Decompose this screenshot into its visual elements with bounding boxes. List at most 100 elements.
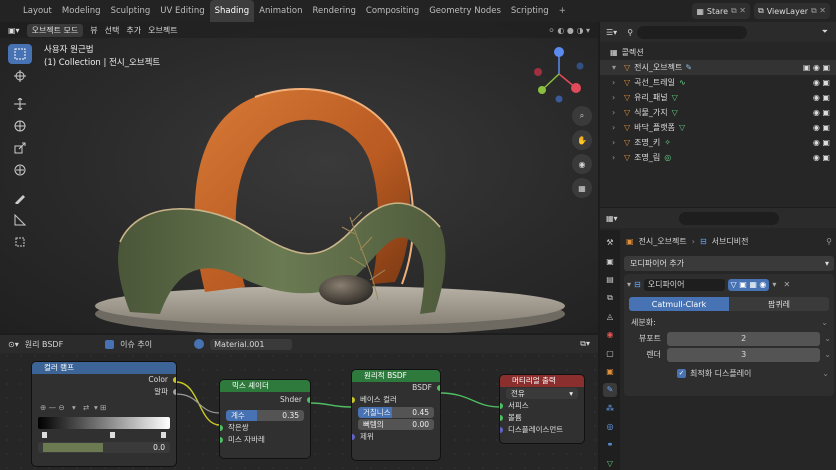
socket-shader1-in[interactable] bbox=[220, 425, 223, 431]
tab-animation[interactable]: Animation bbox=[254, 0, 307, 22]
visibility-icons[interactable]: ◉ ▣ bbox=[813, 90, 830, 105]
socket-normal-in[interactable] bbox=[352, 434, 355, 440]
outliner-item[interactable]: › ▽ 식물_가지 ▽ ◉ ▣ bbox=[600, 105, 836, 120]
add-modifier-button[interactable]: 모디파이어 추가 ▾ bbox=[624, 256, 834, 271]
catmull-clark-tab[interactable]: Catmull-Clark bbox=[629, 297, 729, 311]
outliner-item[interactable]: ▾ ▽ 전시_오브젝트 ✎ ▣ ◉ ▣ bbox=[600, 60, 836, 75]
tab-render[interactable]: ▣ bbox=[603, 254, 617, 267]
properties-editor[interactable]: ▦▾ ⚒ ▣ ▤ ⧉ ◬ ◉ ▢ ▣ ✎ ⁂ ◎ ⚭ ▽ ▣ 전시_오브젝트 ›… bbox=[600, 208, 836, 470]
keyframe-dot-icon[interactable]: ⌄ bbox=[822, 369, 829, 378]
tab-tool[interactable]: ⚒ bbox=[603, 236, 617, 249]
modifier-name-field[interactable]: 오디파이어 bbox=[643, 278, 725, 291]
menu-add[interactable]: 추가 bbox=[126, 25, 141, 36]
close-icon[interactable]: ✕ bbox=[783, 280, 790, 289]
outliner[interactable]: ☰▾ ⚲ ⏷ ▦ 콜렉션 ▾ ▽ 전시_오브젝트 ✎ ▣ ◉ ▣ › ▽ 곡선_트레일 ∿ ◉ … bbox=[600, 22, 836, 207]
visibility-icons[interactable]: ◉ ▣ bbox=[813, 105, 830, 120]
bsdf-roughness-field[interactable]: 거칠니스 0.45 bbox=[358, 407, 434, 418]
principled-bsdf-node[interactable]: 원리적 BSDF BSDF 베이스 컬러 거칠니스 0.45 뻐템의 0.00 제위 bbox=[352, 370, 440, 460]
pan-button[interactable]: ✋ bbox=[572, 130, 592, 150]
tab-shading[interactable]: Shading bbox=[209, 0, 255, 22]
ramp-position-field[interactable]: 0.0 bbox=[38, 442, 170, 453]
modifier-toggle-buttons[interactable]: ▽ ▣ ▦ ◉ bbox=[727, 278, 770, 291]
rotate-tool[interactable] bbox=[8, 116, 32, 136]
ramp-gradient-widget[interactable] bbox=[38, 417, 170, 429]
camera-view-button[interactable]: ◉ bbox=[572, 154, 592, 174]
socket-volume-in[interactable] bbox=[500, 415, 503, 421]
measure-tool[interactable] bbox=[8, 210, 32, 230]
tab-layout[interactable]: Layout bbox=[18, 0, 57, 22]
cursor-tool[interactable] bbox=[8, 66, 32, 86]
tab-output[interactable]: ▤ bbox=[603, 273, 617, 286]
tab-constraints[interactable]: ⚭ bbox=[603, 438, 617, 451]
tab-geometry-nodes[interactable]: Geometry Nodes bbox=[424, 0, 506, 22]
select-box-tool[interactable] bbox=[8, 44, 32, 64]
tab-scene[interactable]: ◬ bbox=[603, 310, 617, 323]
ortho-toggle-button[interactable]: ▦ bbox=[572, 178, 592, 198]
outliner-item[interactable]: › ▽ 바닥_플랫폼 ▽ ◉ ▣ bbox=[600, 120, 836, 135]
keyframe-dot-icon[interactable]: ⌄ bbox=[824, 350, 831, 359]
visibility-icons[interactable]: ◉ ▣ bbox=[813, 150, 830, 165]
transform-tool[interactable] bbox=[8, 160, 32, 180]
tab-uv-editing[interactable]: UV Editing bbox=[155, 0, 209, 22]
shader-node-editor[interactable]: ⊙▾ 원리 BSDF 이슈 추이 Material.001 ⧉▾ 컬러 램프 C… bbox=[0, 335, 598, 470]
socket-color-out[interactable] bbox=[173, 377, 176, 383]
outliner-item[interactable]: › ▽ 조명_키 ✧ ◉ ▣ bbox=[600, 135, 836, 150]
tab-compositing[interactable]: Compositing bbox=[361, 0, 424, 22]
visibility-icons[interactable]: ◉ ▣ bbox=[813, 135, 830, 150]
outliner-item[interactable]: › ▽ 유리_패널 ▽ ◉ ▣ bbox=[600, 90, 836, 105]
view-layer-selector[interactable]: ⧉ ViewLayer ⧉ ✕ bbox=[754, 3, 830, 19]
add-workspace-button[interactable]: + bbox=[554, 0, 571, 22]
outliner-search[interactable] bbox=[637, 25, 748, 39]
menu-object[interactable]: 오브젝트 bbox=[148, 25, 177, 36]
expand-arrow-icon[interactable]: › bbox=[612, 150, 624, 165]
editor-type-icon[interactable]: ☰▾ bbox=[606, 28, 617, 37]
pin-icon[interactable]: ⚲ bbox=[826, 237, 832, 246]
tab-physics[interactable]: ◎ bbox=[603, 420, 617, 433]
socket-displacement-in[interactable] bbox=[500, 427, 503, 433]
socket-surface-in[interactable] bbox=[500, 403, 503, 409]
annotate-tool[interactable] bbox=[8, 188, 32, 208]
optimal-display-checkbox[interactable]: ✓ bbox=[677, 369, 686, 378]
keyframe-dot-icon[interactable]: ⌄ bbox=[824, 334, 831, 343]
scale-tool[interactable] bbox=[8, 138, 32, 158]
viewport-3d[interactable]: ▣▾ 오브젝트 모드 뷰 선택 추가 오브젝트 ⚪ ◐ ● ◑ ▾ 사용자 원근… bbox=[0, 22, 598, 333]
mix-fac-field[interactable]: 계수 0.35 bbox=[226, 410, 304, 421]
tab-collection[interactable]: ▢ bbox=[603, 346, 617, 359]
output-target-select[interactable]: 전유 ▾ bbox=[506, 388, 578, 399]
socket-shader2-in[interactable] bbox=[220, 437, 223, 443]
viewport-levels-field[interactable]: 2 bbox=[667, 331, 821, 346]
properties-search[interactable] bbox=[678, 211, 779, 225]
navigation-gizmo[interactable] bbox=[532, 44, 586, 104]
socket-base-color-in[interactable] bbox=[352, 397, 355, 403]
bsdf-metallic-field[interactable]: 뻐템의 0.00 bbox=[358, 419, 434, 430]
expand-arrow-icon[interactable]: › bbox=[612, 90, 624, 105]
tab-data[interactable]: ▽ bbox=[603, 457, 617, 470]
tab-modeling[interactable]: Modeling bbox=[57, 0, 106, 22]
render-levels-field[interactable]: 3 bbox=[667, 347, 821, 362]
simple-tab[interactable]: 팜퀴레 bbox=[729, 297, 829, 311]
expand-arrow-icon[interactable]: › bbox=[612, 135, 624, 150]
menu-view[interactable]: 뷰 bbox=[90, 25, 97, 36]
move-tool[interactable] bbox=[8, 94, 32, 114]
visibility-icons[interactable]: ▣ ◉ ▣ bbox=[803, 60, 830, 75]
tab-view-layer[interactable]: ⧉ bbox=[603, 291, 617, 304]
chevron-down-icon[interactable]: ▾ bbox=[772, 280, 776, 289]
filter-funnel-icon[interactable]: ⏷ bbox=[822, 27, 828, 37]
socket-alpha-out[interactable] bbox=[173, 389, 176, 395]
filter-icon[interactable]: ⚲ bbox=[627, 28, 633, 37]
tab-particles[interactable]: ⁂ bbox=[603, 402, 617, 415]
mode-select[interactable]: 오브젝트 모드 bbox=[26, 23, 84, 37]
add-cube-tool[interactable] bbox=[8, 232, 32, 252]
mix-shader-node[interactable]: 믹스 셰이더 Shder 계수 0.35 작은쌍 미스 자바레 bbox=[220, 380, 310, 458]
tab-world[interactable]: ◉ bbox=[603, 328, 617, 341]
shading-buttons[interactable]: ⚪ ◐ ● ◑ ▾ bbox=[548, 26, 590, 35]
zoom-button[interactable]: ⌕ bbox=[572, 106, 592, 126]
tab-scripting[interactable]: Scripting bbox=[506, 0, 554, 22]
tab-sculpting[interactable]: Sculpting bbox=[106, 0, 156, 22]
material-output-node[interactable]: 머티리얼 출력 전유 ▾ 서피스 볼륨 디스플레이스먼트 bbox=[500, 375, 584, 443]
expand-arrow-icon[interactable]: › bbox=[612, 105, 624, 120]
tab-rendering[interactable]: Rendering bbox=[308, 0, 361, 22]
expand-arrow-icon[interactable]: ▾ bbox=[612, 60, 624, 75]
color-ramp-node[interactable]: 컬러 램프 Color 알파 ⊕ — ⊖ ▾ ⇄ ▾ ⊞ 0.0 bbox=[32, 362, 176, 466]
scene-selector[interactable]: ▦ Stare ⧉ ✕ bbox=[692, 3, 751, 19]
